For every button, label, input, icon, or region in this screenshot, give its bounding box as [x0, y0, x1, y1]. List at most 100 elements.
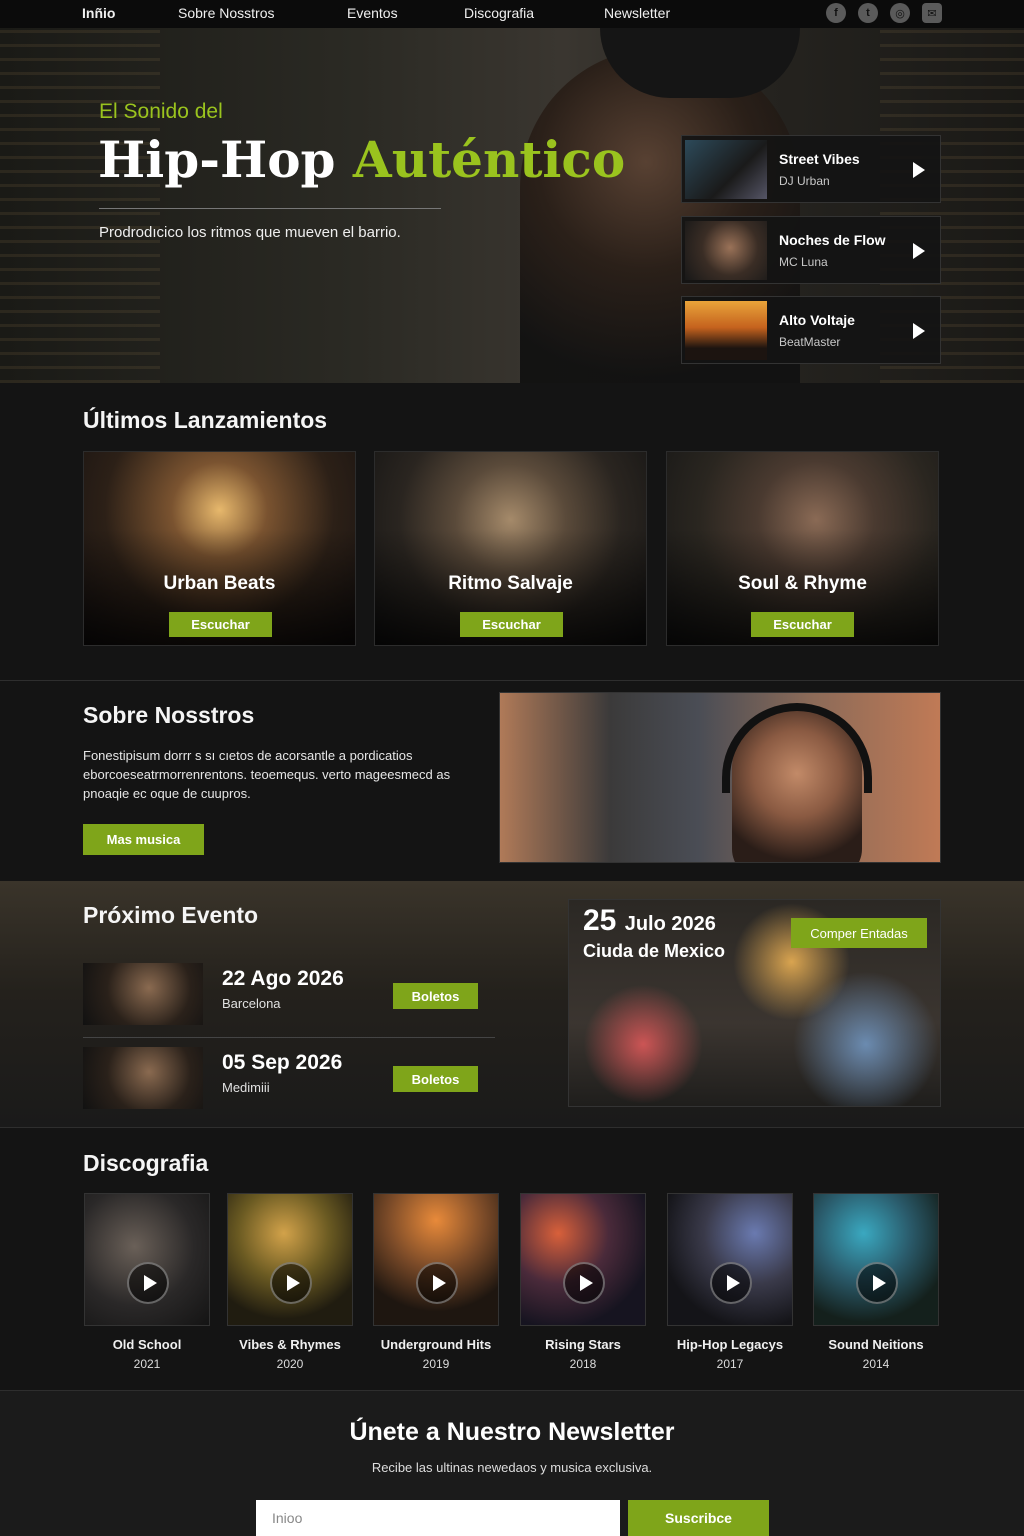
top-navigation: Inñio Sobre Nosstros Eventos Discografia…	[0, 0, 1024, 28]
featured-event-date: 25 Julo 2026	[583, 904, 716, 938]
subscribe-button[interactable]: Suscribce	[628, 1500, 769, 1536]
event-date: 22 Ago 2026	[222, 967, 344, 990]
section-divider	[0, 680, 1024, 681]
album-year: 2020	[276, 1357, 304, 1371]
event-city: Medimiii	[222, 1080, 270, 1095]
hero-divider	[99, 208, 441, 209]
newsletter-subtitle: Recibe las ultinas newedaos y musica exc…	[371, 1460, 653, 1475]
play-icon[interactable]	[563, 1262, 605, 1304]
event-city: Barcelona	[222, 996, 281, 1011]
album-title: Hip-Hop Legacys	[676, 1337, 784, 1352]
album-card[interactable]: Rising Stars 2018	[520, 1193, 646, 1371]
album-title: Sound Neitions	[828, 1337, 924, 1352]
release-title: Urban Beats	[163, 573, 276, 594]
nav-link-events[interactable]: Eventos	[347, 5, 398, 21]
event-item: 05 Sep 2026 Medimiii Boletos	[83, 1047, 495, 1117]
nav-link-discography[interactable]: Discografia	[464, 5, 534, 21]
album-card[interactable]: Hip-Hop Legacys 2017	[667, 1193, 793, 1371]
event-divider	[83, 1037, 495, 1038]
album-cover	[227, 1193, 353, 1326]
event-date: 05 Sep 2026	[222, 1051, 343, 1074]
featured-track[interactable]: Street Vibes DJ Urban	[681, 135, 941, 203]
featured-event-month: Julo 2026	[624, 913, 716, 935]
track-title: Noches de Flow	[779, 232, 886, 248]
section-divider	[0, 1127, 1024, 1128]
event-thumbnail	[83, 1047, 203, 1109]
hero-title-accent: Auténtico	[352, 130, 626, 189]
featured-track[interactable]: Alto Voltaje BeatMaster	[681, 296, 941, 364]
about-heading: Sobre Nosstros	[83, 702, 255, 728]
featured-event-day: 25	[583, 904, 617, 937]
more-music-button[interactable]: Mas musica	[83, 824, 204, 855]
hero-section: El Sonido del Hip-Hop Auténtico Prodrodı…	[0, 28, 1024, 383]
nav-link-newsletter[interactable]: Newsletter	[604, 5, 670, 21]
track-title: Alto Voltaje	[779, 312, 855, 328]
track-thumbnail	[685, 221, 767, 280]
album-title: Old School	[112, 1337, 182, 1352]
newsletter-heading: Únete a Nuestro Newsletter	[349, 1418, 675, 1446]
track-artist: BeatMaster	[779, 335, 841, 349]
releases-heading: Últimos Lanzamientos	[83, 407, 328, 433]
about-text: Fonestipisum dorrr s sı cıetos de acorsa…	[83, 748, 451, 801]
album-cover	[667, 1193, 793, 1326]
featured-track[interactable]: Noches de Flow MC Luna	[681, 216, 941, 284]
album-year: 2019	[422, 1357, 450, 1371]
release-title: Soul & Rhyme	[738, 573, 867, 594]
play-icon[interactable]	[913, 243, 925, 259]
listen-button[interactable]: Escuchar	[460, 612, 563, 637]
discography-heading: Discografia	[83, 1150, 209, 1176]
album-card[interactable]: Old School 2021	[84, 1193, 210, 1371]
play-icon[interactable]	[710, 1262, 752, 1304]
tickets-button[interactable]: Boletos	[393, 1066, 478, 1092]
section-divider	[0, 1390, 1024, 1391]
album-year: 2021	[133, 1357, 161, 1371]
album-year: 2014	[862, 1357, 890, 1371]
album-card[interactable]: Sound Neitions 2014	[813, 1193, 939, 1371]
hero-tagline: Prodrodıcico los ritmos que mueven el ba…	[99, 224, 401, 241]
play-icon[interactable]	[913, 162, 925, 178]
release-card[interactable]: Ritmo Salvaje Escuchar	[374, 451, 647, 646]
social-links: f t ◎ ✉	[826, 3, 942, 23]
facebook-icon[interactable]: f	[826, 3, 846, 23]
play-icon[interactable]	[913, 323, 925, 339]
event-thumbnail	[83, 963, 203, 1025]
featured-event-card: 25 Julo 2026 Ciuda de Mexico Comper Enta…	[568, 899, 941, 1107]
release-title: Ritmo Salvaje	[448, 573, 573, 594]
instagram-icon[interactable]: ◎	[890, 3, 910, 23]
album-title: Rising Stars	[545, 1337, 621, 1352]
track-thumbnail	[685, 301, 767, 360]
album-title: Underground Hits	[380, 1337, 492, 1352]
album-title: Vibes & Rhymes	[239, 1337, 341, 1352]
newsletter-email-input[interactable]	[256, 1500, 620, 1536]
album-cover	[84, 1193, 210, 1326]
play-icon[interactable]	[270, 1262, 312, 1304]
track-title: Street Vibes	[779, 151, 860, 167]
hero-title-main: Hip-Hop	[98, 130, 336, 189]
listen-button[interactable]: Escuchar	[751, 612, 854, 637]
hero-subtitle: El Sonido del	[99, 100, 223, 123]
track-thumbnail	[685, 140, 767, 199]
album-cover	[373, 1193, 499, 1326]
album-year: 2017	[716, 1357, 744, 1371]
album-year: 2018	[569, 1357, 597, 1371]
release-card[interactable]: Urban Beats Escuchar	[83, 451, 356, 646]
twitter-icon[interactable]: t	[858, 3, 878, 23]
play-icon[interactable]	[856, 1262, 898, 1304]
album-cover	[520, 1193, 646, 1326]
album-cover	[813, 1193, 939, 1326]
album-card[interactable]: Underground Hits 2019	[373, 1193, 499, 1371]
play-icon[interactable]	[416, 1262, 458, 1304]
hero-title: Hip-Hop Auténtico	[98, 130, 625, 189]
buy-tickets-button[interactable]: Comper Entadas	[791, 918, 927, 948]
album-card[interactable]: Vibes & Rhymes 2020	[227, 1193, 353, 1371]
listen-button[interactable]: Escuchar	[169, 612, 272, 637]
tickets-button[interactable]: Boletos	[393, 983, 478, 1009]
mail-icon[interactable]: ✉	[922, 3, 942, 23]
nav-link-about[interactable]: Sobre Nosstros	[178, 5, 274, 21]
release-card[interactable]: Soul & Rhyme Escuchar	[666, 451, 939, 646]
about-artist-image	[499, 692, 941, 863]
featured-event-city: Ciuda de Mexico	[583, 941, 726, 961]
nav-link-home[interactable]: Inñio	[82, 5, 115, 21]
play-icon[interactable]	[127, 1262, 169, 1304]
headphones-icon	[722, 703, 872, 793]
